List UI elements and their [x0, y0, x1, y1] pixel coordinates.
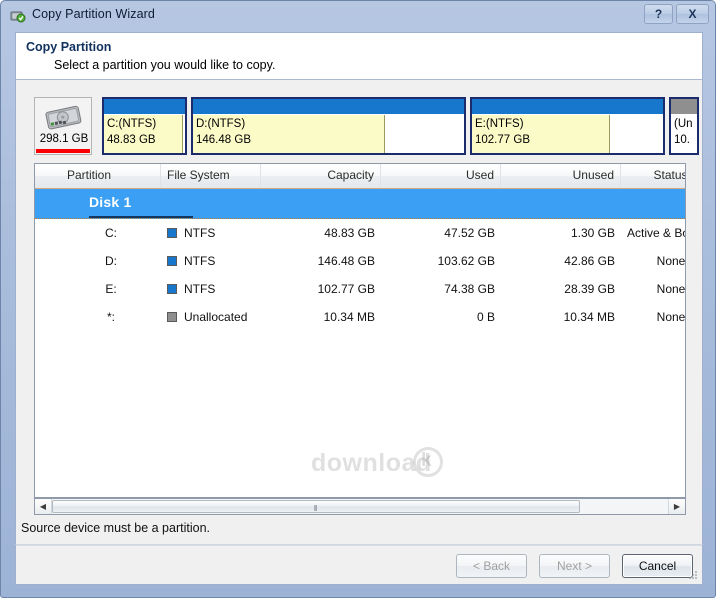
partition-map-size: 48.83 GB: [107, 134, 156, 146]
scroll-right-arrow-icon[interactable]: ▶: [668, 499, 685, 514]
cell-partition: *:: [106, 310, 115, 324]
column-header[interactable]: Unused: [501, 164, 621, 187]
hard-disk-icon: [43, 103, 85, 136]
file-system-label: NTFS: [184, 254, 216, 268]
cell-capacity: 48.83 GB: [324, 226, 375, 240]
cell-used: 0 B: [476, 310, 495, 324]
file-system-color-swatch: [167, 256, 177, 266]
table-row[interactable]: C: NTFS 48.83 GB 47.52 GB 1.30 GB Active & Bo…: [35, 219, 685, 247]
help-button[interactable]: ?: [644, 4, 673, 24]
partition-map-label: (Un: [674, 118, 693, 130]
partition-map-size: 102.77 GB: [475, 134, 530, 146]
cell-partition: C:: [105, 226, 117, 240]
cell-capacity: 102.77 GB: [317, 282, 375, 296]
status-hint: Source device must be a partition.: [21, 521, 210, 535]
site-watermark: download: [311, 449, 432, 477]
wizard-header: Copy Partition Select a partition you wo…: [15, 32, 703, 80]
cell-partition: D:: [105, 254, 117, 268]
cell-capacity: 146.48 GB: [317, 254, 375, 268]
next-button[interactable]: Next >: [539, 554, 610, 578]
cell-capacity: 10.34 MB: [323, 310, 375, 324]
partition-cap-bar: [104, 99, 185, 115]
cell-status: None: [656, 310, 686, 324]
wizard-body: 298.1 GB C:(NTFS) 48.83 GB D:(NTFS) 146.48 …: [15, 80, 703, 544]
page-subtitle: Select a partition you would like to cop…: [54, 58, 276, 72]
column-header[interactable]: Status: [621, 164, 685, 187]
page-title: Copy Partition: [26, 40, 112, 54]
cell-file-system: NTFS: [161, 219, 261, 247]
scrollbar-grip-icon: ‖: [313, 504, 319, 513]
partition-cap-bar: [193, 99, 464, 115]
cell-unused: 10.34 MB: [563, 310, 615, 324]
partition-map-size: 10.: [674, 134, 690, 146]
cell-status: None: [656, 254, 686, 268]
window-controls: ? X: [644, 4, 709, 24]
scroll-left-arrow-icon[interactable]: ◀: [35, 499, 52, 514]
disk-usage-bar: [36, 149, 90, 153]
disk-map-partition[interactable]: C:(NTFS) 48.83 GB: [102, 97, 187, 155]
partition-wizard-icon: [10, 8, 26, 24]
footer-divider: [16, 545, 702, 546]
disk-map-partition[interactable]: E:(NTFS) 102.77 GB: [470, 97, 665, 155]
disk-group-underline: [89, 216, 193, 218]
disk-group-row[interactable]: Disk 1: [35, 189, 685, 219]
table-row[interactable]: D: NTFS 146.48 GB 103.62 GB 42.86 GB None: [35, 247, 685, 275]
partition-map-label: E:(NTFS): [475, 118, 524, 130]
cell-status: None: [656, 282, 686, 296]
column-header[interactable]: File System: [161, 164, 261, 187]
cell-used: 74.38 GB: [444, 282, 495, 296]
copy-partition-wizard-window: Copy Partition Wizard ? X Copy Partition…: [0, 0, 716, 598]
column-header[interactable]: Partition: [61, 164, 161, 187]
file-system-label: NTFS: [184, 226, 216, 240]
column-header[interactable]: Used: [381, 164, 501, 187]
cell-status: Active & Boot & System: [627, 226, 685, 240]
table-row[interactable]: E: NTFS 102.77 GB 74.38 GB 28.39 GB None: [35, 275, 685, 303]
column-header[interactable]: Capacity: [261, 164, 381, 187]
file-system-label: NTFS: [184, 282, 216, 296]
watermark-badge-letter: k: [421, 450, 432, 471]
cell-file-system: NTFS: [161, 275, 261, 303]
scrollbar-thumb[interactable]: ‖: [52, 500, 580, 513]
back-button[interactable]: < Back: [456, 554, 527, 578]
disk-summary-tile[interactable]: 298.1 GB: [34, 97, 92, 155]
partition-cap-bar: [472, 99, 663, 115]
disk-map-partition[interactable]: D:(NTFS) 146.48 GB: [191, 97, 466, 155]
title-bar: Copy Partition Wizard ? X: [1, 1, 715, 30]
disk-map-partition[interactable]: (Un 10.: [669, 97, 699, 155]
cancel-button[interactable]: Cancel: [622, 554, 693, 578]
close-button[interactable]: X: [676, 4, 709, 24]
partition-map-label: D:(NTFS): [196, 118, 246, 130]
disk-group-label: Disk 1: [89, 194, 132, 210]
partition-map-size: 146.48 GB: [196, 134, 251, 146]
table-header: Partition File System Capacity Used Unused St…: [35, 164, 685, 189]
wizard-footer: < Back Next > Cancel: [15, 544, 703, 585]
file-system-color-swatch: [167, 284, 177, 294]
cell-used: 47.52 GB: [444, 226, 495, 240]
cell-unused: 28.39 GB: [564, 282, 615, 296]
disk-map: 298.1 GB C:(NTFS) 48.83 GB D:(NTFS) 146.48 …: [34, 97, 699, 155]
cell-unused: 1.30 GB: [570, 226, 615, 240]
file-system-color-swatch: [167, 228, 177, 238]
file-system-color-swatch: [167, 312, 177, 322]
cell-unused: 42.86 GB: [564, 254, 615, 268]
cell-file-system: NTFS: [161, 247, 261, 275]
scrollbar-track[interactable]: ‖: [52, 499, 668, 514]
cell-partition: E:: [105, 282, 117, 296]
disk-total-size: 298.1 GB: [39, 133, 89, 145]
partition-map-label: C:(NTFS): [107, 118, 157, 130]
cell-used: 103.62 GB: [437, 254, 495, 268]
cell-file-system: Unallocated: [161, 303, 261, 331]
watermark-badge-circle: [413, 447, 443, 477]
horizontal-scrollbar[interactable]: ◀ ‖ ▶: [34, 498, 686, 515]
partition-cap-bar: [671, 99, 697, 115]
partition-list[interactable]: Partition File System Capacity Used Unused St…: [34, 163, 686, 498]
table-row[interactable]: *: Unallocated 10.34 MB 0 B 10.34 MB None: [35, 303, 685, 331]
window-title: Copy Partition Wizard: [32, 7, 155, 21]
file-system-label: Unallocated: [184, 310, 248, 324]
resize-grip-icon[interactable]: [686, 569, 698, 581]
